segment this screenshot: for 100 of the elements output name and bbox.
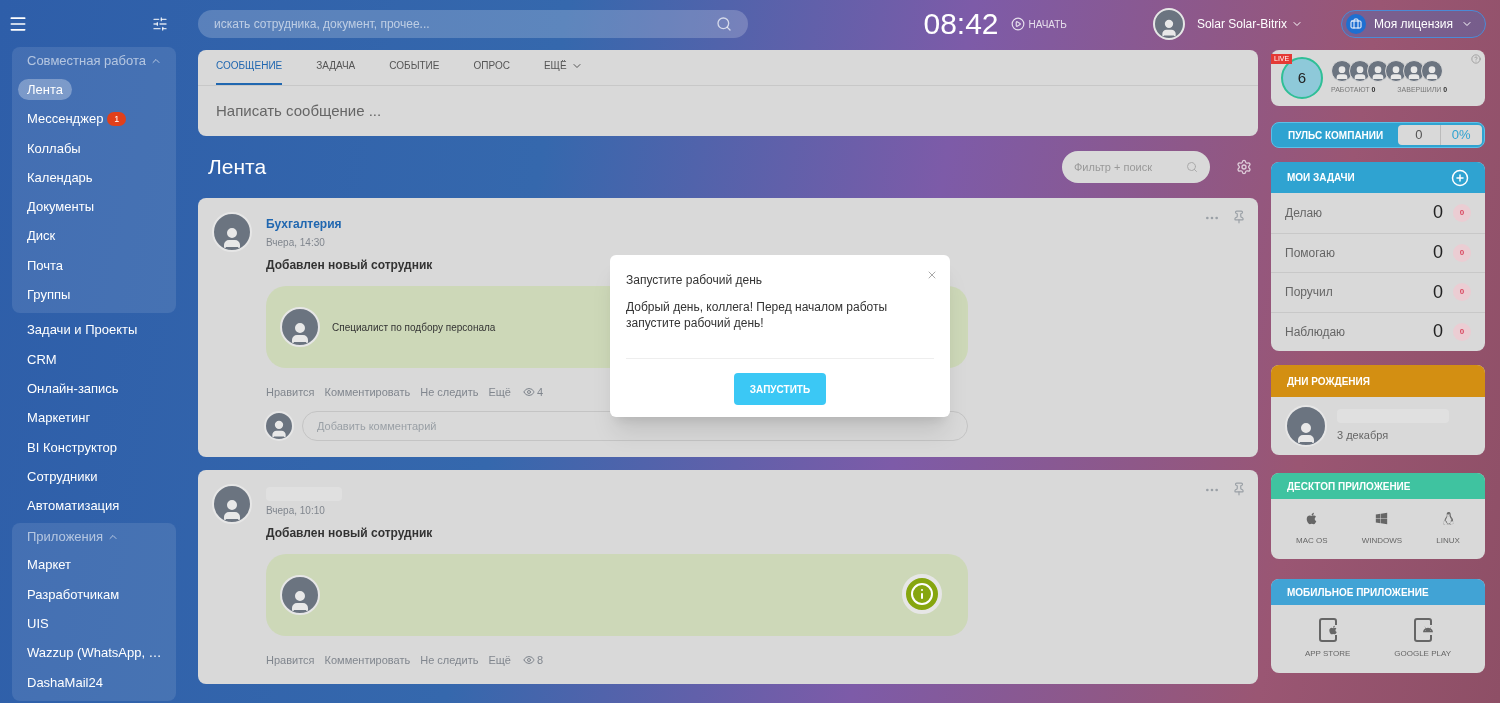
page-title: Лента	[208, 154, 267, 181]
sidebar-group-header[interactable]: Совместная работа	[15, 47, 174, 76]
desktop-app-link[interactable]: MAC OS	[1296, 511, 1328, 547]
sidebar-item[interactable]: Маркетинг	[27, 408, 91, 428]
desktop-app-link[interactable]: LINUX	[1436, 511, 1460, 547]
task-category[interactable]: Помогаю	[1285, 243, 1433, 262]
avatar-icon	[280, 574, 320, 615]
notification-badge: 1	[107, 112, 127, 126]
filter-search-field[interactable]: Фильтр + поиск	[1062, 151, 1210, 183]
view-count: 4	[522, 384, 544, 401]
mobile-app-link[interactable]: GOOGLE PLAY	[1394, 618, 1452, 660]
play-icon	[1010, 17, 1025, 31]
avatar-icon	[264, 410, 294, 441]
post-action-link[interactable]: Комментировать	[324, 384, 411, 401]
pulse-title: ПУЛЬС КОМПАНИИ	[1288, 128, 1385, 143]
sidebar-item[interactable]: Задачи и Проекты	[27, 320, 138, 340]
desktop-app-link[interactable]: WINDOWS	[1361, 511, 1403, 547]
sidebar-item[interactable]: Онлайн-запись	[27, 378, 119, 399]
license-button[interactable]: Моя лицензия	[1340, 10, 1486, 38]
widget-title: ДНИ РОЖДЕНИЯ	[1287, 374, 1370, 389]
dialog-title: Запустите рабочий день	[626, 273, 763, 287]
settings-sliders-icon[interactable]	[152, 15, 168, 32]
task-category[interactable]: Поручил	[1285, 283, 1433, 302]
composer-tab[interactable]: ЗАДАЧА	[316, 58, 356, 85]
post-action-link[interactable]: Комментировать	[324, 651, 411, 668]
task-category[interactable]: Наблюдаю	[1285, 322, 1433, 341]
sidebar-item[interactable]: DashaMail24	[27, 672, 103, 693]
sidebar-item[interactable]: Документы	[27, 197, 94, 217]
task-count: 0	[1433, 320, 1443, 344]
sidebar-item[interactable]: Автоматизация	[27, 496, 120, 516]
post-action-link[interactable]: Не следить	[420, 384, 479, 401]
avatar-icon	[1152, 8, 1185, 40]
start-day-button[interactable]: НАЧАТЬ	[1010, 16, 1067, 32]
mobile-app-link[interactable]: APP STORE	[1304, 618, 1351, 660]
phone-apple-icon	[1318, 618, 1337, 642]
avatar-icon	[280, 307, 320, 347]
briefcase-icon	[1345, 14, 1366, 34]
view-count: 8	[522, 651, 544, 668]
task-count: 0	[1433, 201, 1443, 225]
sidebar-item[interactable]: Маркет	[27, 555, 72, 575]
post-action-link[interactable]: Ещё	[488, 651, 511, 668]
help-icon[interactable]	[1471, 54, 1481, 64]
sidebar-item[interactable]: Мессенджер	[27, 109, 104, 129]
sidebar-item[interactable]: UIS	[27, 614, 49, 634]
avatar-icon	[212, 483, 252, 524]
avatar-icon	[212, 212, 252, 252]
employee-position: Специалист по подбору персонала	[332, 320, 496, 335]
company-pulse-bar[interactable]: ПУЛЬС КОМПАНИИ 0 0%	[1271, 122, 1485, 148]
composer-tab[interactable]: СОБЫТИЕ	[389, 58, 440, 85]
widget-title: ДЕСКТОП ПРИЛОЖЕНИЕ	[1287, 479, 1411, 494]
sidebar-group-header[interactable]: Приложения	[15, 522, 132, 551]
sidebar-item[interactable]: Лента	[18, 78, 72, 101]
sidebar-item[interactable]: Коллабы	[27, 138, 81, 159]
add-icon[interactable]	[1451, 168, 1469, 187]
settings-icon[interactable]	[1236, 159, 1252, 175]
sidebar-item[interactable]: Группы	[27, 285, 71, 305]
pin-icon[interactable]	[1232, 210, 1246, 224]
counter-badge: 0	[1453, 203, 1471, 222]
sidebar-item[interactable]: BI Конструктор	[27, 437, 118, 457]
task-count: 0	[1433, 241, 1443, 265]
composer-tab[interactable]: ЕЩЁ	[543, 58, 583, 85]
windows-icon	[1375, 511, 1389, 525]
counter-badge: 0	[1453, 283, 1471, 302]
sidebar-item[interactable]: Сотрудники	[27, 466, 98, 487]
post-author[interactable]: Бухгалтерия	[266, 215, 968, 233]
post-time: Вчера, 14:30	[266, 236, 326, 250]
clock: 08:42	[923, 9, 999, 39]
sidebar-item[interactable]: Почта	[27, 255, 64, 276]
message-field[interactable]: Написать сообщение ...	[198, 86, 1258, 136]
composer-tab[interactable]: ОПРОС	[473, 58, 510, 85]
birthday-date: 3 декабря	[1337, 427, 1390, 443]
task-category[interactable]: Делаю	[1285, 203, 1433, 222]
task-count: 0	[1433, 280, 1443, 304]
composer-tab[interactable]: СООБЩЕНИЕ	[216, 58, 283, 85]
user-menu[interactable]: Solar Solar-Bitrix	[1196, 15, 1303, 33]
search-icon[interactable]	[716, 16, 732, 32]
dialog-message: Добрый день, коллега! Перед началом работы запустите рабочий день!	[626, 299, 889, 331]
post-action-link[interactable]: Нравится	[266, 384, 315, 401]
post-action-link[interactable]: Ещё	[488, 384, 511, 401]
sidebar-item[interactable]: Wazzup (WhatsApp, …	[27, 643, 162, 663]
pulse-value: 0	[1398, 125, 1441, 145]
phone-android-icon	[1413, 618, 1432, 642]
pulse-percent: 0%	[1450, 126, 1472, 145]
comment-field[interactable]: Добавить комментарий	[302, 410, 968, 441]
sidebar-item[interactable]: CRM	[27, 349, 57, 370]
counter-badge: 0	[1453, 243, 1471, 262]
widget-title: МОБИЛЬНОЕ ПРИЛОЖЕНИЕ	[1287, 585, 1429, 600]
post-title: Добавлен новый сотрудник	[266, 524, 434, 542]
widget-title: МОИ ЗАДАЧИ	[1287, 171, 1356, 185]
sidebar-item[interactable]: Календарь	[27, 167, 93, 188]
pin-icon[interactable]	[1232, 481, 1246, 496]
counter-badge: 0	[1453, 322, 1471, 341]
sidebar-item[interactable]: Диск	[27, 226, 56, 246]
post-title: Добавлен новый сотрудник	[266, 257, 434, 274]
post-action-link[interactable]: Нравится	[266, 651, 315, 668]
sidebar-item[interactable]: Разработчикам	[27, 584, 120, 605]
post-action-link[interactable]: Не следить	[420, 651, 479, 668]
avatar-icon	[1285, 405, 1327, 447]
search-icon[interactable]	[1186, 161, 1198, 173]
close-icon[interactable]	[926, 269, 938, 281]
